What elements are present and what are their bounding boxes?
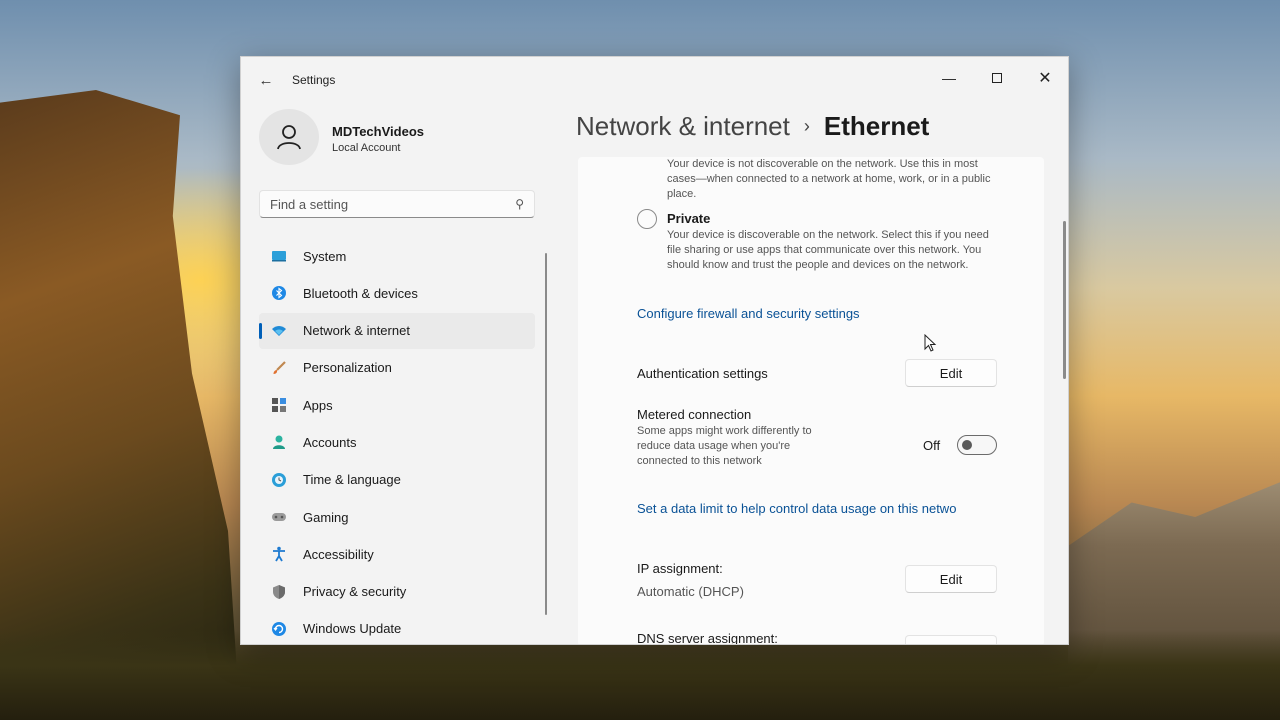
minimize-icon: — bbox=[942, 70, 956, 86]
settings-window: ← Settings — ✕ MDTechVideos Local Accoun… bbox=[240, 56, 1069, 645]
sidebar-item-apps[interactable]: Apps bbox=[259, 387, 535, 423]
close-icon: ✕ bbox=[1038, 70, 1052, 87]
sidebar-item-time-language[interactable]: Time & language bbox=[259, 462, 535, 498]
title-bar: ← Settings — ✕ bbox=[241, 57, 1068, 103]
data-limit-link[interactable]: Set a data limit to help control data us… bbox=[637, 501, 956, 516]
ip-assignment-label: IP assignment: bbox=[637, 561, 723, 576]
sidebar-item-label: Windows Update bbox=[303, 621, 402, 637]
breadcrumb-parent[interactable]: Network & internet bbox=[576, 111, 790, 141]
sidebar-item-label: Accounts bbox=[303, 434, 357, 450]
toggle-knob bbox=[962, 440, 972, 450]
dns-assignment-edit-button[interactable]: Edit bbox=[905, 635, 997, 644]
gamepad-icon bbox=[272, 513, 286, 522]
profile-name: MDTechVideos bbox=[332, 124, 424, 139]
wallpaper-cliff bbox=[0, 90, 240, 720]
search-icon[interactable]: ⚲ bbox=[515, 197, 524, 211]
content-scrollbar[interactable] bbox=[1063, 221, 1066, 379]
sidebar-item-windows-update[interactable]: Windows Update bbox=[259, 611, 535, 644]
wifi-icon bbox=[272, 325, 286, 336]
sidebar-item-label: System bbox=[303, 248, 347, 264]
bluetooth-icon bbox=[272, 286, 286, 301]
breadcrumb: Network & internet › Ethernet bbox=[576, 111, 929, 142]
mouse-pointer-icon bbox=[924, 334, 937, 352]
dns-assignment-label: DNS server assignment: bbox=[637, 631, 778, 645]
private-network-radio[interactable] bbox=[637, 209, 657, 229]
sidebar-item-personalization[interactable]: Personalization bbox=[259, 350, 535, 386]
ip-assignment-value: Automatic (DHCP) bbox=[637, 584, 744, 599]
authentication-settings-label: Authentication settings bbox=[637, 366, 768, 381]
sidebar-item-bluetooth[interactable]: Bluetooth & devices bbox=[259, 275, 535, 311]
ip-assignment-edit-button[interactable]: Edit bbox=[905, 565, 997, 593]
sidebar-item-label: Personalization bbox=[303, 360, 392, 376]
sidebar-item-label: Time & language bbox=[303, 472, 401, 488]
public-network-description: Your device is not discoverable on the n… bbox=[667, 158, 991, 200]
avatar bbox=[259, 109, 319, 165]
brush-icon bbox=[273, 361, 286, 374]
page-title: Ethernet bbox=[823, 111, 930, 141]
monitor-icon bbox=[272, 251, 286, 262]
sidebar-item-system[interactable]: System bbox=[259, 238, 535, 274]
sidebar-nav: System Bluetooth & devices Network & int… bbox=[259, 238, 535, 644]
back-arrow-icon: ← bbox=[258, 71, 274, 89]
maximize-button[interactable] bbox=[974, 63, 1020, 93]
search-box[interactable]: ⚲ bbox=[259, 190, 535, 218]
private-network-description: Your device is discoverable on the netwo… bbox=[667, 229, 989, 271]
private-network-label: Private bbox=[667, 211, 711, 226]
sidebar-item-label: Gaming bbox=[303, 509, 349, 525]
globe-clock-icon bbox=[272, 472, 286, 487]
accessibility-icon bbox=[273, 547, 285, 562]
authentication-edit-button[interactable]: Edit bbox=[905, 359, 997, 387]
window-title: Settings bbox=[292, 73, 336, 87]
sidebar-item-label: Privacy & security bbox=[303, 584, 407, 600]
metered-toggle-state: Off bbox=[923, 438, 941, 453]
minimize-button[interactable]: — bbox=[926, 63, 972, 93]
sidebar-item-privacy[interactable]: Privacy & security bbox=[259, 574, 535, 610]
sidebar-item-label: Bluetooth & devices bbox=[303, 285, 418, 301]
metered-connection-label: Metered connection bbox=[637, 407, 752, 422]
sidebar-item-label: Accessibility bbox=[303, 546, 374, 562]
metered-connection-description: Some apps might work differently to redu… bbox=[637, 425, 812, 467]
close-button[interactable]: ✕ bbox=[1022, 63, 1068, 93]
profile-account-type: Local Account bbox=[332, 142, 401, 154]
update-icon bbox=[272, 621, 286, 636]
metered-connection-toggle[interactable] bbox=[957, 435, 997, 455]
apps-icon bbox=[272, 398, 286, 413]
firewall-settings-link[interactable]: Configure firewall and security settings bbox=[637, 306, 860, 321]
sidebar-item-accessibility[interactable]: Accessibility bbox=[259, 536, 535, 572]
user-icon bbox=[277, 125, 301, 150]
sidebar-item-gaming[interactable]: Gaming bbox=[259, 499, 535, 535]
breadcrumb-separator: › bbox=[803, 116, 810, 136]
user-profile[interactable]: MDTechVideos Local Account bbox=[259, 109, 539, 165]
sidebar-item-label: Apps bbox=[303, 397, 333, 413]
shield-icon bbox=[273, 584, 285, 599]
person-icon bbox=[273, 435, 285, 450]
sidebar-scrollbar[interactable] bbox=[545, 253, 547, 615]
sidebar-item-accounts[interactable]: Accounts bbox=[259, 424, 535, 460]
back-button[interactable]: ← bbox=[255, 69, 277, 91]
sidebar-item-network[interactable]: Network & internet bbox=[259, 312, 535, 349]
sidebar-item-label: Network & internet bbox=[303, 323, 410, 339]
maximize-icon bbox=[992, 73, 1002, 83]
search-input[interactable] bbox=[270, 196, 516, 212]
ethernet-settings-panel: Your device is not discoverable on the n… bbox=[578, 157, 1044, 645]
